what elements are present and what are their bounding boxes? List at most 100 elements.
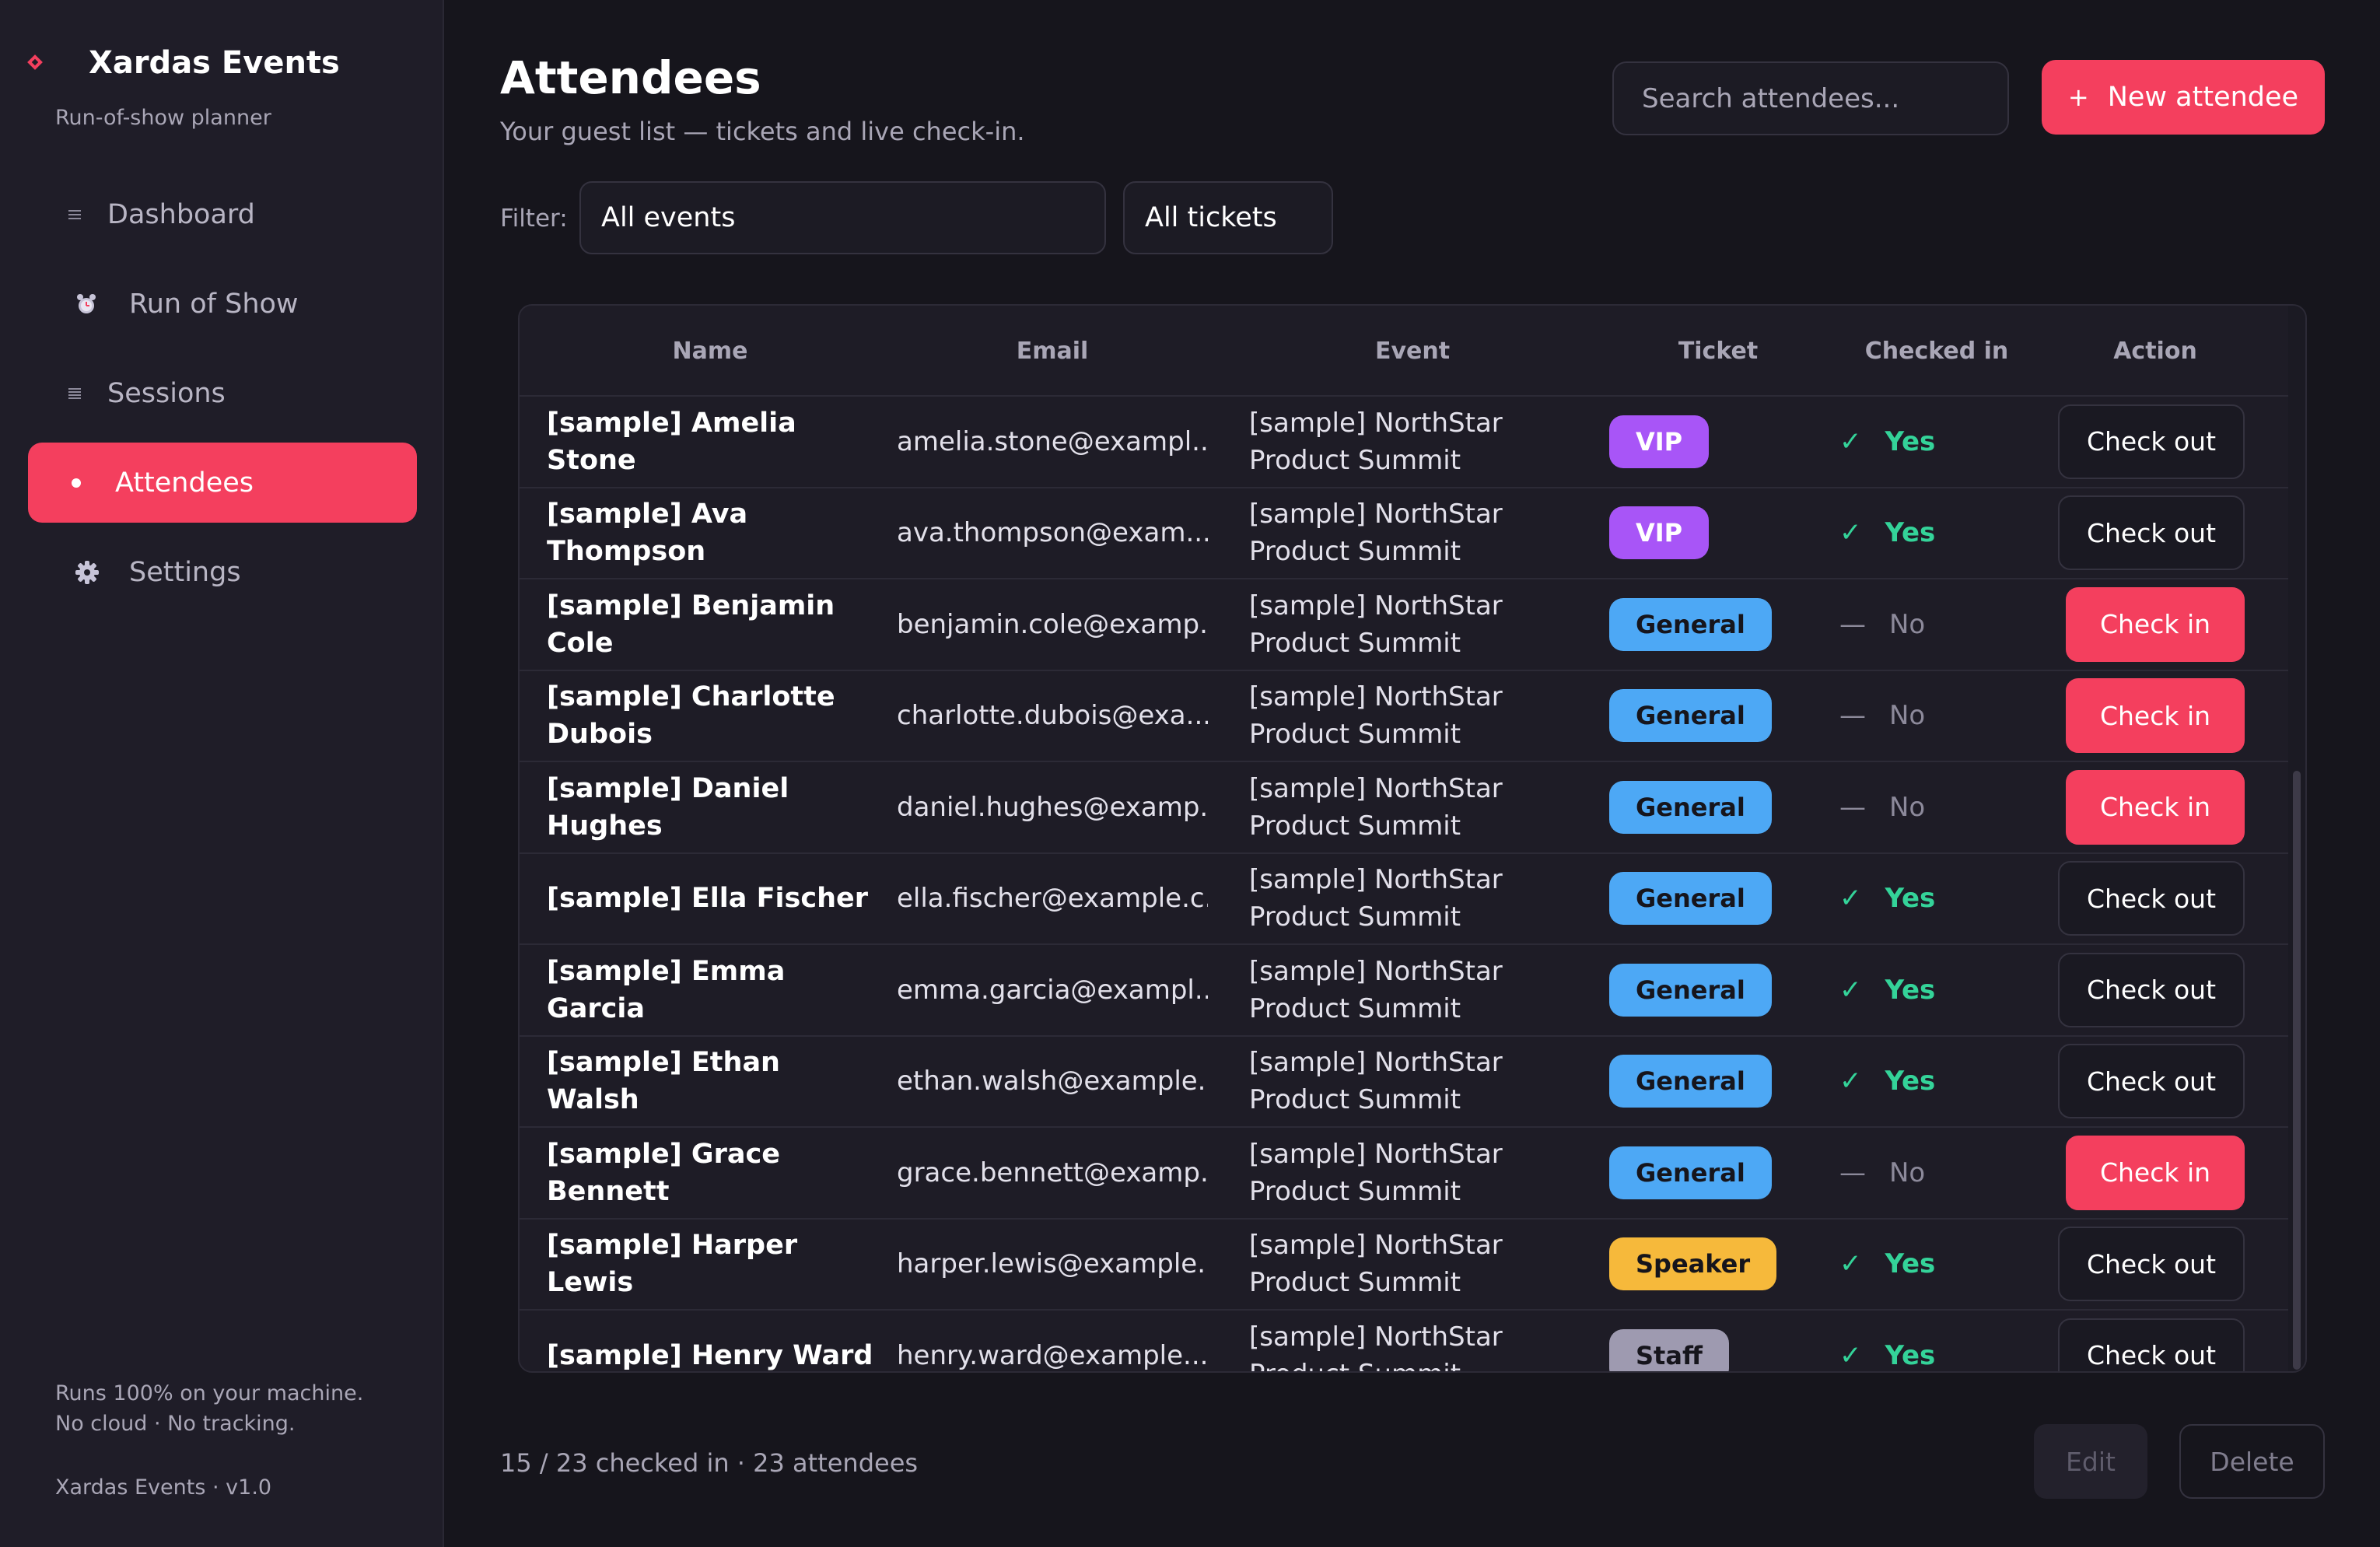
search-input[interactable] xyxy=(1612,61,2009,135)
check-in-button[interactable]: Check in xyxy=(2066,678,2245,754)
checkin-summary: 15 / 23 checked in · 23 attendees xyxy=(500,1448,919,1478)
checked-in-label: No xyxy=(1889,791,1926,823)
sidebar-item-label: Attendees xyxy=(115,467,254,499)
diamond-logo-icon xyxy=(28,55,44,71)
action-cell: Check out xyxy=(2058,1220,2252,1310)
checked-in-status: ✓ Yes xyxy=(1839,397,2034,487)
sidebar-item-settings[interactable]: Settings xyxy=(28,532,417,612)
attendee-email: ethan.walsh@example.... xyxy=(897,1066,1208,1097)
attendee-email: grace.bennett@examp... xyxy=(897,1157,1208,1188)
check-out-button[interactable]: Check out xyxy=(2058,404,2245,479)
ticket-badge: Staff xyxy=(1609,1328,1729,1371)
ticket-cell: VIP xyxy=(1609,488,1827,579)
attendee-email: benjamin.cole@examp... xyxy=(897,608,1208,640)
checkmark-icon: ✓ xyxy=(1839,883,1862,915)
sidebar-item-dashboard[interactable]: Dashboard xyxy=(28,174,417,254)
attendee-event: [sample] NorthStar Product Summit xyxy=(1249,407,1503,476)
attendee-event: [sample] NorthStar Product Summit xyxy=(1249,1321,1503,1371)
attendee-email: amelia.stone@exampl... xyxy=(897,425,1208,457)
app-version: Xardas Events · v1.0 xyxy=(55,1475,272,1500)
check-out-button[interactable]: Check out xyxy=(2058,495,2245,571)
ticket-cell: General xyxy=(1609,1128,1827,1218)
checkmark-icon: ✓ xyxy=(1839,1248,1862,1280)
checked-in-status: ✓ Yes xyxy=(1839,945,2034,1035)
check-in-button[interactable]: Check in xyxy=(2066,1135,2245,1210)
table-row[interactable]: [sample] Ella Fischer ella.fischer@exampl… xyxy=(520,854,2288,945)
table-row[interactable]: [sample] Ava Thompson ava.thompson@exam..… xyxy=(520,488,2288,579)
attendee-name: [sample] Benjamin Cole xyxy=(547,590,835,659)
table-row[interactable]: [sample] Ethan Walsh ethan.walsh@example.… xyxy=(520,1037,2288,1128)
ticket-badge: General xyxy=(1609,963,1772,1017)
table-row[interactable]: [sample] Charlotte Dubois charlotte.duboi… xyxy=(520,671,2288,762)
filter-label: Filter: xyxy=(500,205,568,233)
page-subtitle: Your guest list — tickets and live check… xyxy=(500,117,1025,146)
action-cell: Check out xyxy=(2058,397,2252,487)
table-row[interactable]: [sample] Henry Ward henry.ward@example...… xyxy=(520,1311,2288,1371)
attendee-name: [sample] Henry Ward xyxy=(547,1339,873,1371)
check-in-button[interactable]: Check in xyxy=(2066,586,2245,662)
column-header-name[interactable]: Name xyxy=(547,306,873,397)
attendee-email: emma.garcia@exampl... xyxy=(897,974,1208,1006)
checkmark-icon: ✓ xyxy=(1839,1339,1862,1371)
attendees-table: Name Email Event Ticket Checked in Actio… xyxy=(518,304,2307,1373)
attendee-email: ella.fischer@example.c... xyxy=(897,883,1208,915)
checked-in-label: Yes xyxy=(1885,1066,1936,1097)
table-row[interactable]: [sample] Emma Garcia emma.garcia@exampl..… xyxy=(520,945,2288,1037)
checked-in-label: Yes xyxy=(1885,1248,1936,1280)
ticket-badge: Speaker xyxy=(1609,1237,1777,1291)
sidebar-item-run-of-show[interactable]: Run of Show xyxy=(28,264,417,344)
action-cell: Check out xyxy=(2058,1037,2252,1127)
check-in-button[interactable]: Check in xyxy=(2066,769,2245,845)
table-row[interactable]: [sample] Amelia Stone amelia.stone@exampl… xyxy=(520,397,2288,488)
dash-icon: — xyxy=(1839,608,1866,640)
attendee-event: [sample] NorthStar Product Summit xyxy=(1249,1047,1503,1116)
check-out-button[interactable]: Check out xyxy=(2058,861,2245,936)
check-out-button[interactable]: Check out xyxy=(2058,1227,2245,1302)
column-header-action: Action xyxy=(2113,338,2197,365)
table-row[interactable]: [sample] Harper Lewis harper.lewis@exampl… xyxy=(520,1220,2288,1311)
checked-in-status: — No xyxy=(1839,1128,2034,1218)
check-out-button[interactable]: Check out xyxy=(2058,1044,2245,1119)
attendee-event: [sample] NorthStar Product Summit xyxy=(1249,1138,1503,1207)
sidebar-item-sessions[interactable]: Sessions xyxy=(28,353,417,433)
check-out-button[interactable]: Check out xyxy=(2058,952,2245,1027)
checked-in-status: — No xyxy=(1839,762,2034,852)
checkmark-icon: ✓ xyxy=(1839,517,1862,549)
sidebar-item-attendees[interactable]: Attendees xyxy=(28,443,417,523)
table-scrollbar[interactable] xyxy=(2288,306,2305,1371)
checked-in-status: ✓ Yes xyxy=(1839,1311,2034,1371)
checkmark-icon: ✓ xyxy=(1839,974,1862,1006)
sidebar-item-label: Run of Show xyxy=(129,288,299,320)
column-header-checked-in[interactable]: Checked in xyxy=(1839,306,2034,397)
table-row[interactable]: [sample] Daniel Hughes daniel.hughes@exam… xyxy=(520,762,2288,854)
brand-name: Xardas Events xyxy=(89,45,340,81)
scrollbar-thumb[interactable] xyxy=(2293,771,2301,1370)
column-header-email[interactable]: Email xyxy=(897,306,1208,397)
check-out-button[interactable]: Check out xyxy=(2058,1318,2245,1371)
sidebar-item-label: Sessions xyxy=(107,377,226,409)
attendee-name: [sample] Emma Garcia xyxy=(547,955,786,1024)
column-header-ticket[interactable]: Ticket xyxy=(1609,306,1827,397)
brand-subtitle: Run-of-show planner xyxy=(55,106,271,130)
attendee-name: [sample] Ethan Walsh xyxy=(547,1047,780,1116)
column-header-event[interactable]: Event xyxy=(1249,306,1576,397)
new-attendee-button[interactable]: + New attendee xyxy=(2042,60,2325,135)
ticket-badge: General xyxy=(1609,780,1772,834)
dash-icon: — xyxy=(1839,700,1866,732)
ticket-cell: General xyxy=(1609,579,1827,670)
privacy-note-line: No cloud · No tracking. xyxy=(55,1412,296,1436)
checked-in-label: Yes xyxy=(1885,883,1936,915)
checked-in-status: — No xyxy=(1839,579,2034,670)
ticket-filter-select[interactable]: All tickets xyxy=(1123,181,1333,254)
event-filter-select[interactable]: All events xyxy=(579,181,1106,254)
table-row[interactable]: [sample] Grace Bennett grace.bennett@exam… xyxy=(520,1128,2288,1220)
ticket-cell: Staff xyxy=(1609,1311,1827,1371)
action-cell: Check in xyxy=(2058,762,2252,852)
delete-button[interactable]: Delete xyxy=(2179,1424,2325,1499)
edit-button[interactable]: Edit xyxy=(2034,1424,2147,1499)
checked-in-status: ✓ Yes xyxy=(1839,1037,2034,1127)
table-row[interactable]: [sample] Benjamin Cole benjamin.cole@exam… xyxy=(520,579,2288,671)
attendee-email: henry.ward@example.... xyxy=(897,1339,1208,1371)
action-cell: Check in xyxy=(2058,1128,2252,1218)
ticket-cell: Speaker xyxy=(1609,1220,1827,1310)
